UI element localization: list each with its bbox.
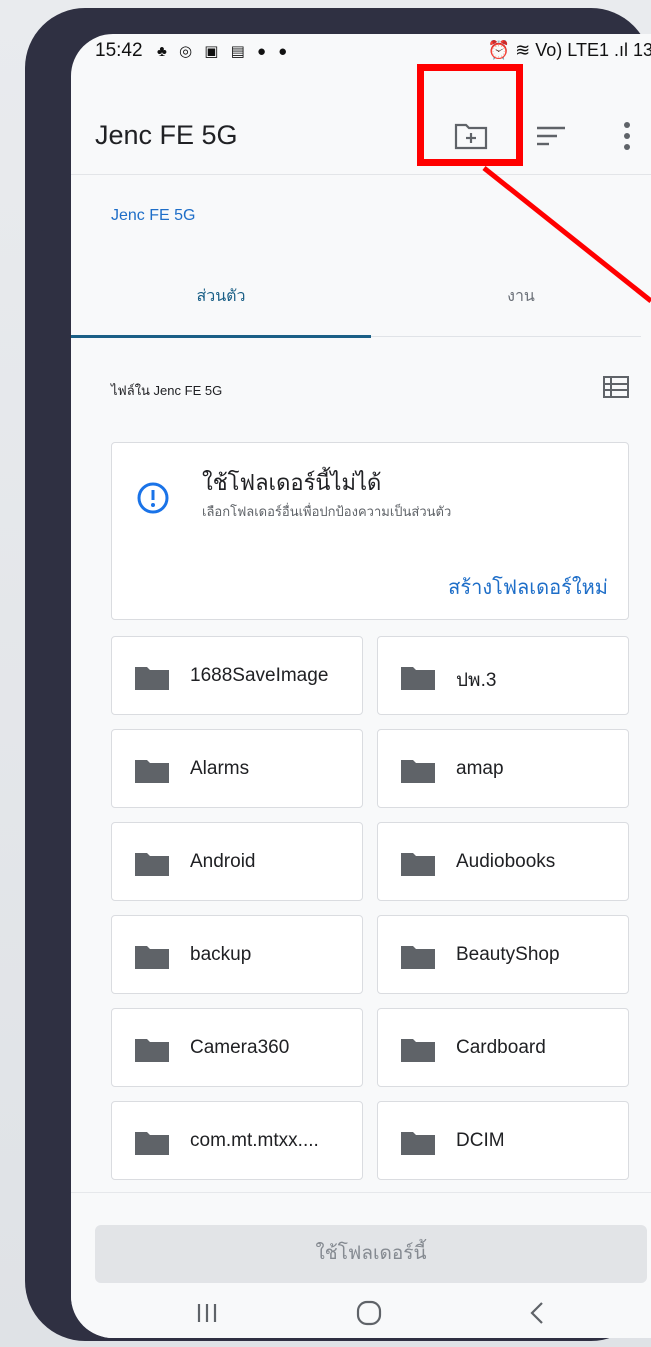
folder-name: Audiobooks: [456, 851, 556, 872]
recent-apps-button[interactable]: [177, 1293, 237, 1333]
bottom-bar: ใช้โฟลเดอร์นี้: [71, 1192, 651, 1338]
folder-grid: 1688SaveImage ปพ.3 Alarms amap Android Audiob…: [111, 636, 631, 1196]
folder-item[interactable]: ปพ.3: [377, 636, 629, 715]
folder-icon: [135, 853, 169, 876]
recent-apps-icon: [197, 1304, 217, 1322]
back-button[interactable]: [507, 1293, 567, 1333]
folder-item[interactable]: backup: [111, 915, 363, 994]
folder-name: Android: [190, 851, 256, 872]
use-this-folder-button[interactable]: ใช้โฟลเดอร์นี้: [95, 1225, 647, 1283]
folder-icon: [401, 946, 435, 969]
folder-name: DCIM: [456, 1130, 505, 1151]
warning-title: ใช้โฟลเดอร์นี้ไม่ได้: [202, 470, 382, 495]
folder-icon: [401, 667, 435, 690]
folder-item[interactable]: amap: [377, 729, 629, 808]
back-chevron-icon: [530, 1302, 543, 1324]
folder-icon: [401, 853, 435, 876]
folder-item[interactable]: com.mt.mtxx....: [111, 1101, 363, 1180]
home-button[interactable]: [339, 1293, 399, 1333]
folder-name: amap: [456, 758, 504, 779]
warning-card: ใช้โฟลเดอร์นี้ไม่ได้ เลือกโฟลเดอร์อื่นเพ…: [111, 442, 629, 620]
folder-name: 1688SaveImage: [190, 665, 329, 686]
folder-icon: [401, 1132, 435, 1155]
folder-item[interactable]: BeautyShop: [377, 915, 629, 994]
folder-item[interactable]: Cardboard: [377, 1008, 629, 1087]
folder-icon: [135, 667, 169, 690]
folder-name: com.mt.mtxx....: [190, 1130, 319, 1151]
create-new-folder-link[interactable]: สร้างโฟลเดอร์ใหม่: [448, 571, 608, 603]
folder-name: BeautyShop: [456, 944, 560, 965]
folder-item[interactable]: Android: [111, 822, 363, 901]
folder-icon: [135, 1039, 169, 1062]
folder-item[interactable]: Camera360: [111, 1008, 363, 1087]
folder-item[interactable]: Audiobooks: [377, 822, 629, 901]
folder-name: ปพ.3: [456, 670, 497, 691]
highlight-arrow-line: [482, 166, 651, 303]
folder-item[interactable]: 1688SaveImage: [111, 636, 363, 715]
folder-icon: [135, 1132, 169, 1155]
folder-name: Cardboard: [456, 1037, 546, 1058]
folder-item[interactable]: Alarms: [111, 729, 363, 808]
folder-name: Alarms: [190, 758, 250, 779]
folder-icon: [401, 1039, 435, 1062]
phone-frame: 15:42 ♣ ◎ ▣ ▤ ● ● ⏰ ≋ Vo) LTE1 .ıl 13% J…: [25, 8, 651, 1341]
home-icon: [356, 1300, 382, 1326]
folder-icon: [401, 760, 435, 783]
folder-icon: [135, 760, 169, 783]
folder-item[interactable]: DCIM: [377, 1101, 629, 1180]
warning-subtitle: เลือกโฟลเดอร์อื่นเพื่อปกป้องความเป็นส่วน…: [202, 504, 452, 519]
folder-name: Camera360: [190, 1037, 290, 1058]
info-icon: [137, 482, 169, 514]
folder-name: backup: [190, 944, 252, 965]
folder-icon: [135, 946, 169, 969]
